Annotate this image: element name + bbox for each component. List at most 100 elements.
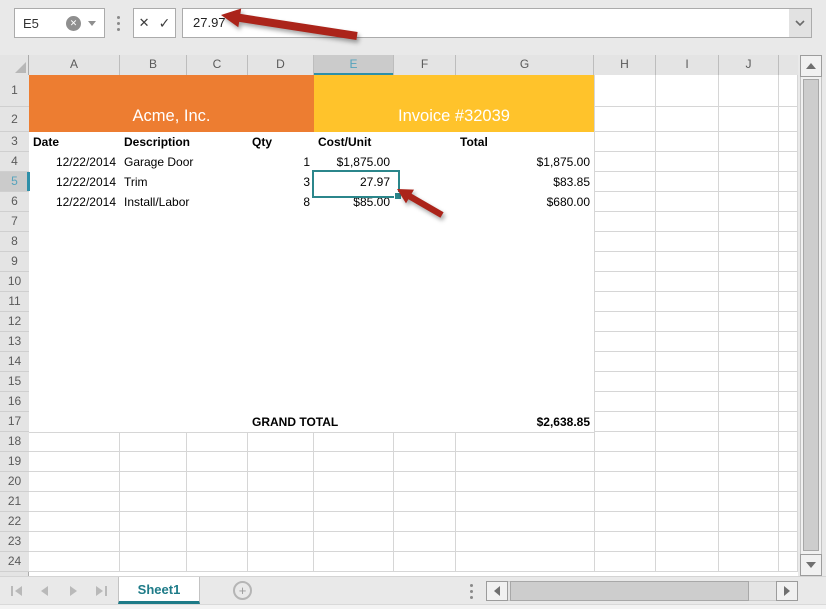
cell-J16[interactable] <box>719 392 779 412</box>
cell-text-D17[interactable]: GRAND TOTAL <box>248 412 314 432</box>
cell-I22[interactable] <box>656 512 719 532</box>
cell-H8[interactable] <box>594 232 656 252</box>
cell-J5[interactable] <box>719 172 779 192</box>
cell-J6[interactable] <box>719 192 779 212</box>
confirm-entry-button[interactable]: ✓ <box>159 15 171 32</box>
cell-E21[interactable] <box>314 492 394 512</box>
cell-J8[interactable] <box>719 232 779 252</box>
column-header-partial[interactable] <box>779 55 798 75</box>
cell-I1[interactable] <box>656 75 719 107</box>
formula-bar-expand-button[interactable] <box>789 9 811 37</box>
cell-H1[interactable] <box>594 75 656 107</box>
cell-text-B6[interactable]: Install/Labor <box>120 192 187 212</box>
cell-text-B4[interactable]: Garage Door <box>120 152 187 172</box>
cell-H19[interactable] <box>594 452 656 472</box>
formula-bar[interactable]: 27.97 <box>182 8 812 38</box>
cell-partial1[interactable] <box>779 75 798 107</box>
cell-partial17[interactable] <box>779 412 798 432</box>
cell-I2[interactable] <box>656 107 719 132</box>
cell-H20[interactable] <box>594 472 656 492</box>
cell-I4[interactable] <box>656 152 719 172</box>
cell-F22[interactable] <box>394 512 456 532</box>
cell-G21[interactable] <box>456 492 594 512</box>
cell-F24[interactable] <box>394 552 456 572</box>
cell-J23[interactable] <box>719 532 779 552</box>
formula-bar-value[interactable]: 27.97 <box>193 9 226 37</box>
cell-partial13[interactable] <box>779 332 798 352</box>
cell-H3[interactable] <box>594 132 656 152</box>
cell-partial19[interactable] <box>779 452 798 472</box>
cell-text-E3[interactable]: Cost/Unit <box>314 132 394 152</box>
vertical-scrollbar[interactable] <box>800 55 822 576</box>
cell-J7[interactable] <box>719 212 779 232</box>
row-header-14[interactable]: 14 <box>0 352 29 372</box>
cell-H6[interactable] <box>594 192 656 212</box>
cell-J20[interactable] <box>719 472 779 492</box>
cell-text-D4[interactable]: 1 <box>248 152 314 172</box>
cell-A24[interactable] <box>29 552 120 572</box>
company-banner[interactable]: Acme, Inc. <box>29 75 314 132</box>
cell-B20[interactable] <box>120 472 187 492</box>
cell-B18[interactable] <box>120 432 187 452</box>
cell-I10[interactable] <box>656 272 719 292</box>
cell-partial9[interactable] <box>779 252 798 272</box>
cell-text-A3[interactable]: Date <box>29 132 120 152</box>
name-box-value[interactable]: E5 <box>15 16 66 31</box>
column-header-A[interactable]: A <box>29 55 120 75</box>
cell-I5[interactable] <box>656 172 719 192</box>
row-header-18[interactable]: 18 <box>0 432 29 452</box>
cell-B19[interactable] <box>120 452 187 472</box>
cell-J10[interactable] <box>719 272 779 292</box>
cell-I9[interactable] <box>656 252 719 272</box>
column-header-B[interactable]: B <box>120 55 187 75</box>
cell-H12[interactable] <box>594 312 656 332</box>
worksheet-grid[interactable]: ABCDEFGHIJ123456789101112131415161718192… <box>0 55 798 576</box>
cell-H10[interactable] <box>594 272 656 292</box>
cell-C20[interactable] <box>187 472 248 492</box>
cell-F23[interactable] <box>394 532 456 552</box>
cell-partial16[interactable] <box>779 392 798 412</box>
cell-H24[interactable] <box>594 552 656 572</box>
row-header-9[interactable]: 9 <box>0 252 29 272</box>
column-header-J[interactable]: J <box>719 55 779 75</box>
cell-J18[interactable] <box>719 432 779 452</box>
cell-partial8[interactable] <box>779 232 798 252</box>
add-sheet-button[interactable]: + <box>233 581 252 600</box>
cell-text-D3[interactable]: Qty <box>248 132 314 152</box>
first-sheet-button[interactable] <box>8 582 26 600</box>
cell-text-D6[interactable]: 8 <box>248 192 314 212</box>
row-header-21[interactable]: 21 <box>0 492 29 512</box>
cell-text-G4[interactable]: $1,875.00 <box>456 152 594 172</box>
row-header-3[interactable]: 3 <box>0 132 29 152</box>
cell-partial18[interactable] <box>779 432 798 452</box>
cell-F20[interactable] <box>394 472 456 492</box>
cell-I19[interactable] <box>656 452 719 472</box>
cell-text-B5[interactable]: Trim <box>120 172 187 192</box>
cell-partial6[interactable] <box>779 192 798 212</box>
previous-sheet-button[interactable] <box>36 582 54 600</box>
row-header-7[interactable]: 7 <box>0 212 29 232</box>
cell-J21[interactable] <box>719 492 779 512</box>
column-header-I[interactable]: I <box>656 55 719 75</box>
name-box[interactable]: E5 ✕ <box>14 8 105 38</box>
cell-G24[interactable] <box>456 552 594 572</box>
scroll-up-button[interactable] <box>800 55 822 77</box>
row-header-16[interactable]: 16 <box>0 392 29 412</box>
cell-I11[interactable] <box>656 292 719 312</box>
cell-H4[interactable] <box>594 152 656 172</box>
row-header-22[interactable]: 22 <box>0 512 29 532</box>
cell-J4[interactable] <box>719 152 779 172</box>
cell-A19[interactable] <box>29 452 120 472</box>
column-header-F[interactable]: F <box>394 55 456 75</box>
cell-F19[interactable] <box>394 452 456 472</box>
row-header-12[interactable]: 12 <box>0 312 29 332</box>
cell-I6[interactable] <box>656 192 719 212</box>
row-header-13[interactable]: 13 <box>0 332 29 352</box>
cell-C23[interactable] <box>187 532 248 552</box>
cell-H13[interactable] <box>594 332 656 352</box>
cell-partial22[interactable] <box>779 512 798 532</box>
cell-H18[interactable] <box>594 432 656 452</box>
fill-handle[interactable] <box>394 192 402 200</box>
cell-G22[interactable] <box>456 512 594 532</box>
cell-text-G3[interactable]: Total <box>456 132 594 152</box>
